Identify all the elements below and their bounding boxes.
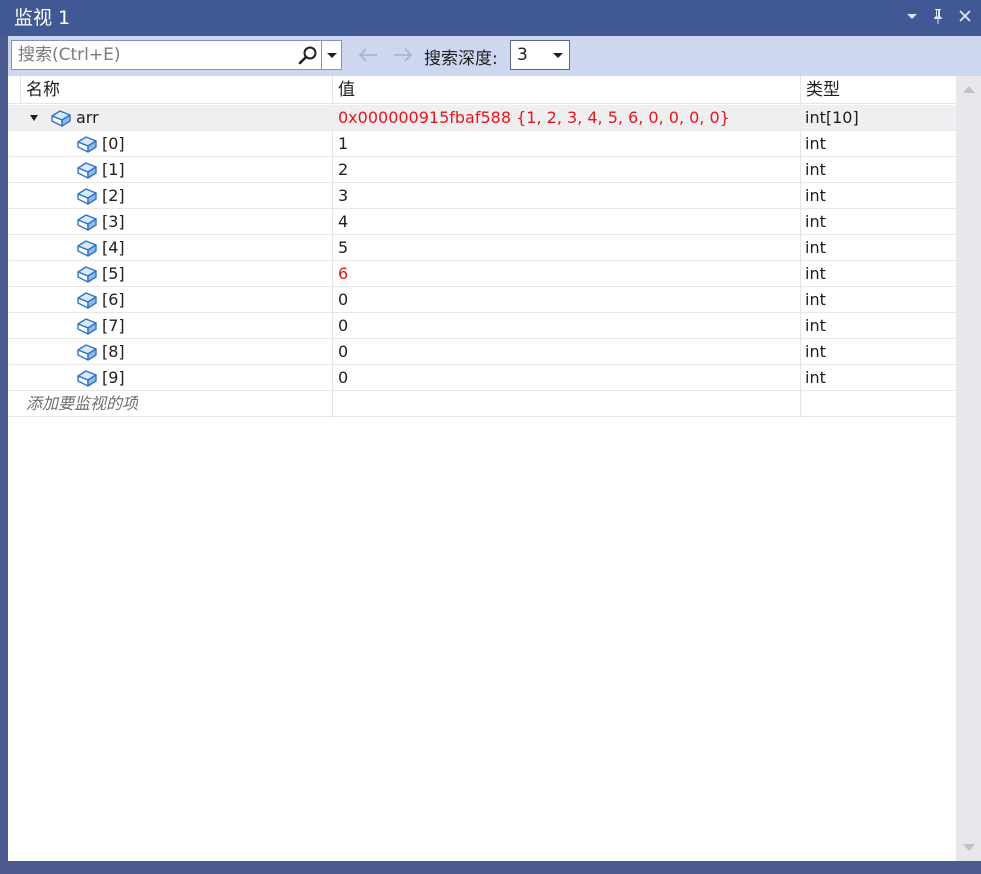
watch-value[interactable]: 0x000000915fbaf588 {1, 2, 3, 4, 5, 6, 0,… <box>338 105 798 131</box>
watch-type: int <box>805 212 826 231</box>
search-options-dropdown[interactable] <box>322 40 342 70</box>
window-menu-caret-icon[interactable] <box>902 7 922 29</box>
watch-type: int[10] <box>805 108 859 127</box>
watch-value[interactable]: 2 <box>338 157 798 183</box>
window-bottom-border <box>0 861 981 874</box>
watch-name[interactable]: [9] <box>102 365 125 391</box>
watch-type: int <box>805 368 826 387</box>
watch-value[interactable]: 0 <box>338 313 798 339</box>
watch-value[interactable]: 3 <box>338 183 798 209</box>
watch-type: int <box>805 134 826 153</box>
collapse-triangle-icon[interactable] <box>30 115 38 121</box>
variable-icon <box>50 108 72 128</box>
column-divider <box>20 76 21 104</box>
watch-type: int <box>805 238 826 257</box>
scroll-up-icon[interactable] <box>963 86 975 93</box>
variable-icon <box>76 290 98 310</box>
search-input[interactable] <box>12 41 294 69</box>
watch-name[interactable]: [2] <box>102 183 125 209</box>
grid-header: 名称 值 类型 <box>8 76 956 104</box>
variable-icon <box>76 316 98 336</box>
watch-row[interactable]: [6] 0 int <box>8 287 956 313</box>
variable-icon <box>76 368 98 388</box>
watch-row[interactable]: [0] 1 int <box>8 131 956 157</box>
watch-name[interactable]: [8] <box>102 339 125 365</box>
watch-type: int <box>805 160 826 179</box>
watch-value[interactable]: 4 <box>338 209 798 235</box>
scroll-down-icon[interactable] <box>963 844 975 851</box>
watch-row[interactable]: [3] 4 int <box>8 209 956 235</box>
search-depth-label: 搜索深度: <box>424 49 498 69</box>
window-titlebar: 监视 1 <box>0 0 981 36</box>
watch-type: int <box>805 264 826 283</box>
watch-name[interactable]: [7] <box>102 313 125 339</box>
watch-row[interactable]: [9] 0 int <box>8 365 956 391</box>
variable-icon <box>76 342 98 362</box>
watch-row[interactable]: [1] 2 int <box>8 157 956 183</box>
watch-name[interactable]: [5] <box>102 261 125 287</box>
column-header-name[interactable]: 名称 <box>20 76 332 104</box>
search-depth-value: 3 <box>517 45 528 65</box>
pin-icon[interactable] <box>928 7 948 29</box>
column-header-type[interactable]: 类型 <box>800 76 956 104</box>
watch-row[interactable]: [4] 5 int <box>8 235 956 261</box>
variable-icon <box>76 238 98 258</box>
variable-icon <box>76 264 98 284</box>
watch-row[interactable]: [7] 0 int <box>8 313 956 339</box>
arrow-right-icon[interactable] <box>391 44 415 66</box>
watch-row[interactable]: [8] 0 int <box>8 339 956 365</box>
watch-row-parent[interactable]: arr 0x000000915fbaf588 {1, 2, 3, 4, 5, 6,… <box>8 105 956 131</box>
watch-type: int <box>805 316 826 335</box>
watch-type: int <box>805 186 826 205</box>
variable-icon <box>76 160 98 180</box>
watch-row[interactable]: [2] 3 int <box>8 183 956 209</box>
watch-row[interactable]: [5] 6 int <box>8 261 956 287</box>
close-icon[interactable] <box>955 7 975 29</box>
variable-icon <box>76 212 98 232</box>
search-depth-select[interactable]: 3 <box>510 40 570 70</box>
search-box <box>11 40 322 70</box>
add-watch-row[interactable]: 添加要监视的项 <box>8 391 956 417</box>
variable-icon <box>76 134 98 154</box>
watch-name[interactable]: [1] <box>102 157 125 183</box>
arrow-left-icon[interactable] <box>356 44 380 66</box>
watch-name[interactable]: [4] <box>102 235 125 261</box>
watch-name[interactable]: arr <box>76 105 99 131</box>
vertical-scrollbar[interactable] <box>956 76 981 861</box>
watch-value[interactable]: 5 <box>338 235 798 261</box>
watch-grid: 名称 值 类型 arr 0x000000915fbaf588 {1, 2, 3, … <box>8 76 956 861</box>
watch-type: int <box>805 342 826 361</box>
watch-value[interactable]: 0 <box>338 339 798 365</box>
watch-name[interactable]: [0] <box>102 131 125 157</box>
caret-down-icon <box>553 53 563 58</box>
watch-type: int <box>805 290 826 309</box>
watch-value[interactable]: 0 <box>338 287 798 313</box>
column-header-value[interactable]: 值 <box>332 76 800 104</box>
watch-toolbar: 搜索深度: 3 <box>8 36 981 76</box>
caret-down-icon <box>327 53 337 58</box>
add-watch-placeholder[interactable]: 添加要监视的项 <box>26 391 138 417</box>
watch-value[interactable]: 1 <box>338 131 798 157</box>
variable-icon <box>76 186 98 206</box>
watch-value[interactable]: 0 <box>338 365 798 391</box>
search-icon[interactable] <box>298 45 318 65</box>
watch-name[interactable]: [6] <box>102 287 125 313</box>
watch-name[interactable]: [3] <box>102 209 125 235</box>
window-title: 监视 1 <box>14 7 71 29</box>
watch-value[interactable]: 6 <box>338 261 798 287</box>
